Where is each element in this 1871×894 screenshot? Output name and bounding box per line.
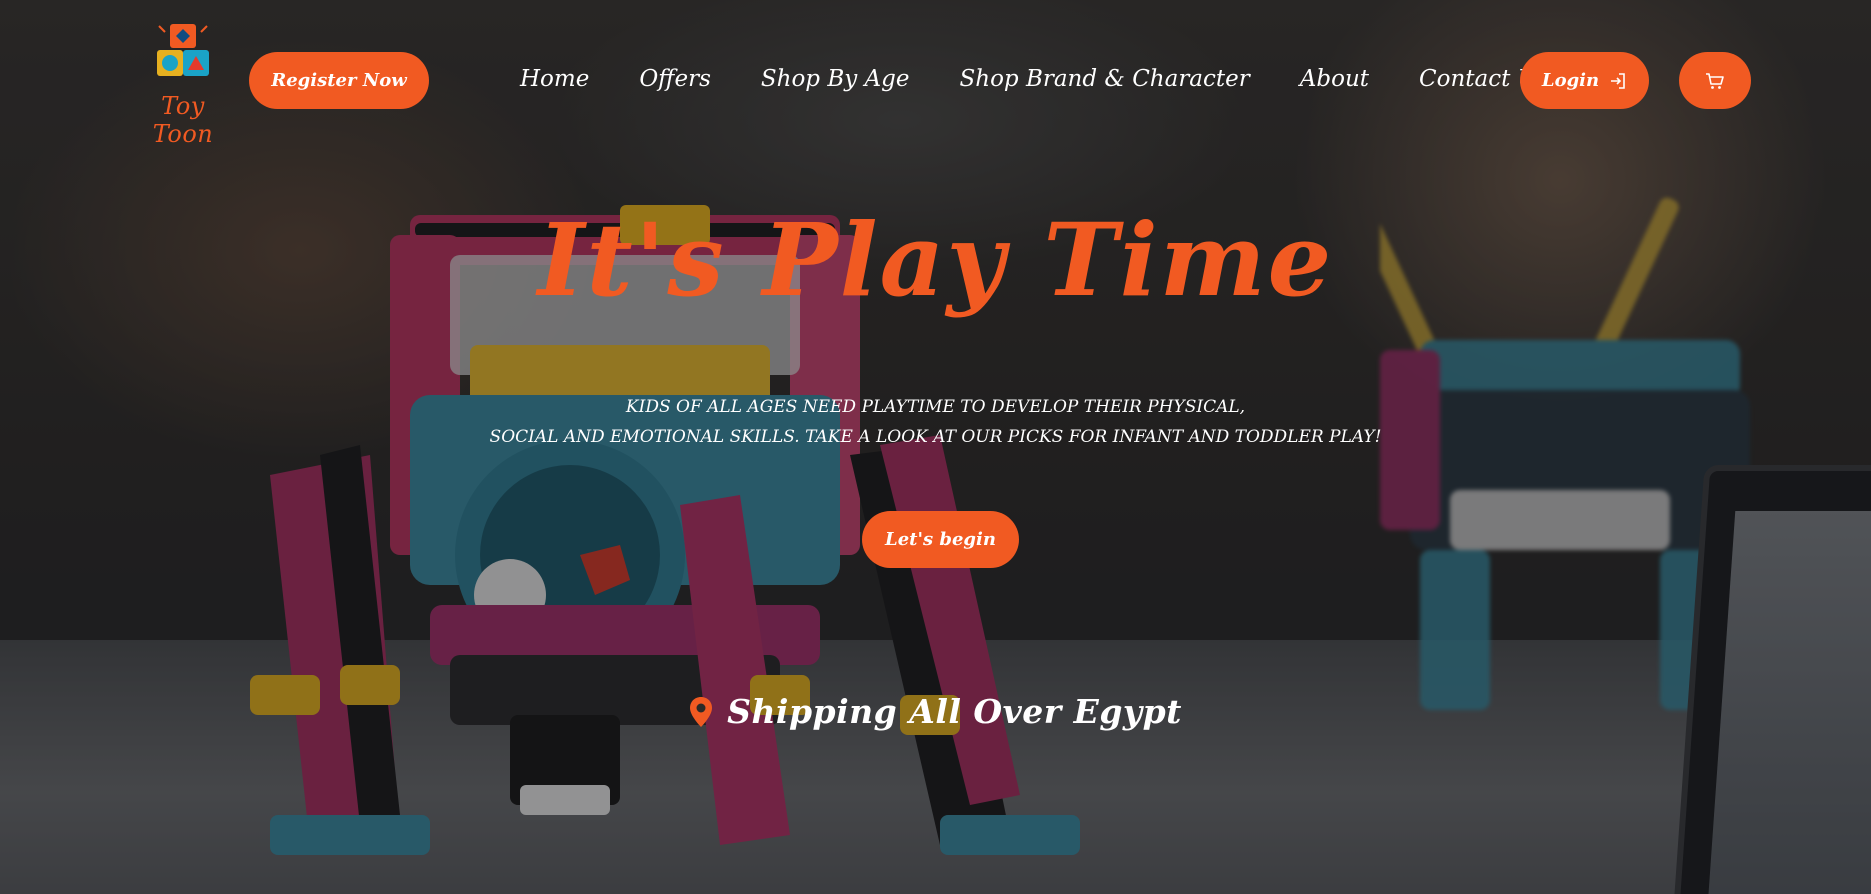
site-logo[interactable]: Toy Toon (128, 20, 238, 148)
hero-subtitle-line-2: social and emotional skills. Take a look… (489, 427, 1382, 447)
nav-shop-brand-character[interactable]: Shop Brand & Character (960, 66, 1250, 92)
register-now-button[interactable]: Register Now (249, 52, 429, 109)
nav-about[interactable]: About (1300, 66, 1369, 92)
toy-blocks-logo-icon (157, 24, 209, 76)
lets-begin-button[interactable]: Let's begin (862, 511, 1019, 568)
main-nav: Home Offers Shop By Age Shop Brand & Cha… (520, 56, 1549, 102)
location-pin-icon (690, 696, 713, 727)
login-label: Login (1541, 70, 1600, 91)
sign-in-icon (1611, 72, 1625, 89)
register-now-label: Register Now (271, 70, 407, 91)
nav-shop-by-age[interactable]: Shop By Age (761, 66, 910, 92)
hero-title: It's Play Time (537, 201, 1334, 319)
login-button[interactable]: Login (1520, 52, 1649, 109)
cart-icon (1706, 72, 1724, 89)
lets-begin-label: Let's begin (885, 529, 996, 550)
hero-subtitle: Kids of all ages need playtime to develo… (0, 392, 1871, 452)
nav-home[interactable]: Home (520, 66, 589, 92)
shipping-banner: Shipping All Over Egypt (0, 692, 1871, 731)
cart-button[interactable] (1679, 52, 1751, 109)
nav-offers[interactable]: Offers (639, 66, 711, 92)
hero-subtitle-line-1: Kids of all ages need playtime to develo… (625, 397, 1246, 417)
shipping-text: Shipping All Over Egypt (727, 692, 1182, 731)
brand-name: Toy Toon (152, 92, 214, 148)
